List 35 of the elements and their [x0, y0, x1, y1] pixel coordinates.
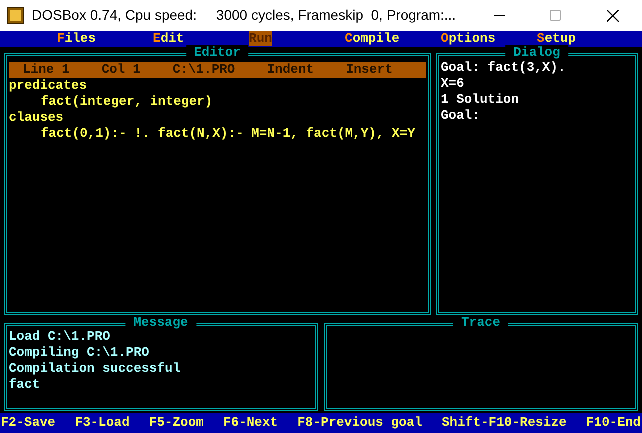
function-key-hint[interactable]: F8-Previous goal: [298, 415, 422, 431]
code-line: predicates: [9, 78, 88, 94]
function-key-hint[interactable]: F6-Next: [223, 415, 278, 431]
minimize-icon[interactable]: [494, 14, 505, 16]
message-line: Compiling C:\1.PRO: [9, 345, 150, 361]
dialog-line: Goal:: [441, 108, 482, 124]
status-field: Indent: [267, 62, 314, 78]
status-field: C:\1.PRO: [172, 62, 236, 78]
menu-item[interactable]: Files: [57, 31, 153, 47]
dialog-line: 1 Solution: [441, 92, 520, 108]
close-icon[interactable]: [607, 10, 619, 22]
code-line: fact(integer, integer): [40, 94, 214, 110]
menu-item[interactable]: Options: [441, 31, 537, 47]
code-line: clauses: [9, 110, 65, 126]
status-field: Col 1: [102, 62, 141, 78]
menu-item[interactable]: Setup: [537, 31, 633, 47]
function-key-hint[interactable]: F2-Save: [1, 415, 56, 431]
dialog-line: Goal: fact(3,X).: [441, 60, 567, 76]
dialog-line: X=6: [441, 76, 466, 92]
function-key-hint[interactable]: F10-End: [586, 415, 641, 431]
panel-title: Message: [126, 315, 196, 331]
function-key-hint[interactable]: F3-Load: [75, 415, 130, 431]
message-line: fact: [9, 377, 42, 393]
message-line: Load C:\1.PRO: [9, 329, 112, 345]
status-field: Insert: [346, 62, 393, 78]
window-title: DOSBox 0.74, Cpu speed: 3000 cycles, Frameskip 0, Program:...: [32, 6, 456, 25]
status-field: Line 1: [23, 62, 70, 78]
code-line: fact(0,1):- !. fact(N,X):- M=N-1, fact(M,Y), X=Y: [40, 126, 416, 142]
message-line: Compilation successful: [9, 361, 182, 377]
menu-item[interactable]: Edit: [153, 31, 249, 47]
function-key-hint[interactable]: F5-Zoom: [149, 415, 204, 431]
function-key-hint[interactable]: Shift-F10-Resize: [442, 415, 567, 431]
panel-title: Dialog: [506, 45, 568, 61]
app-logo-icon: [7, 7, 24, 24]
menu-item[interactable]: Compile: [345, 31, 441, 47]
